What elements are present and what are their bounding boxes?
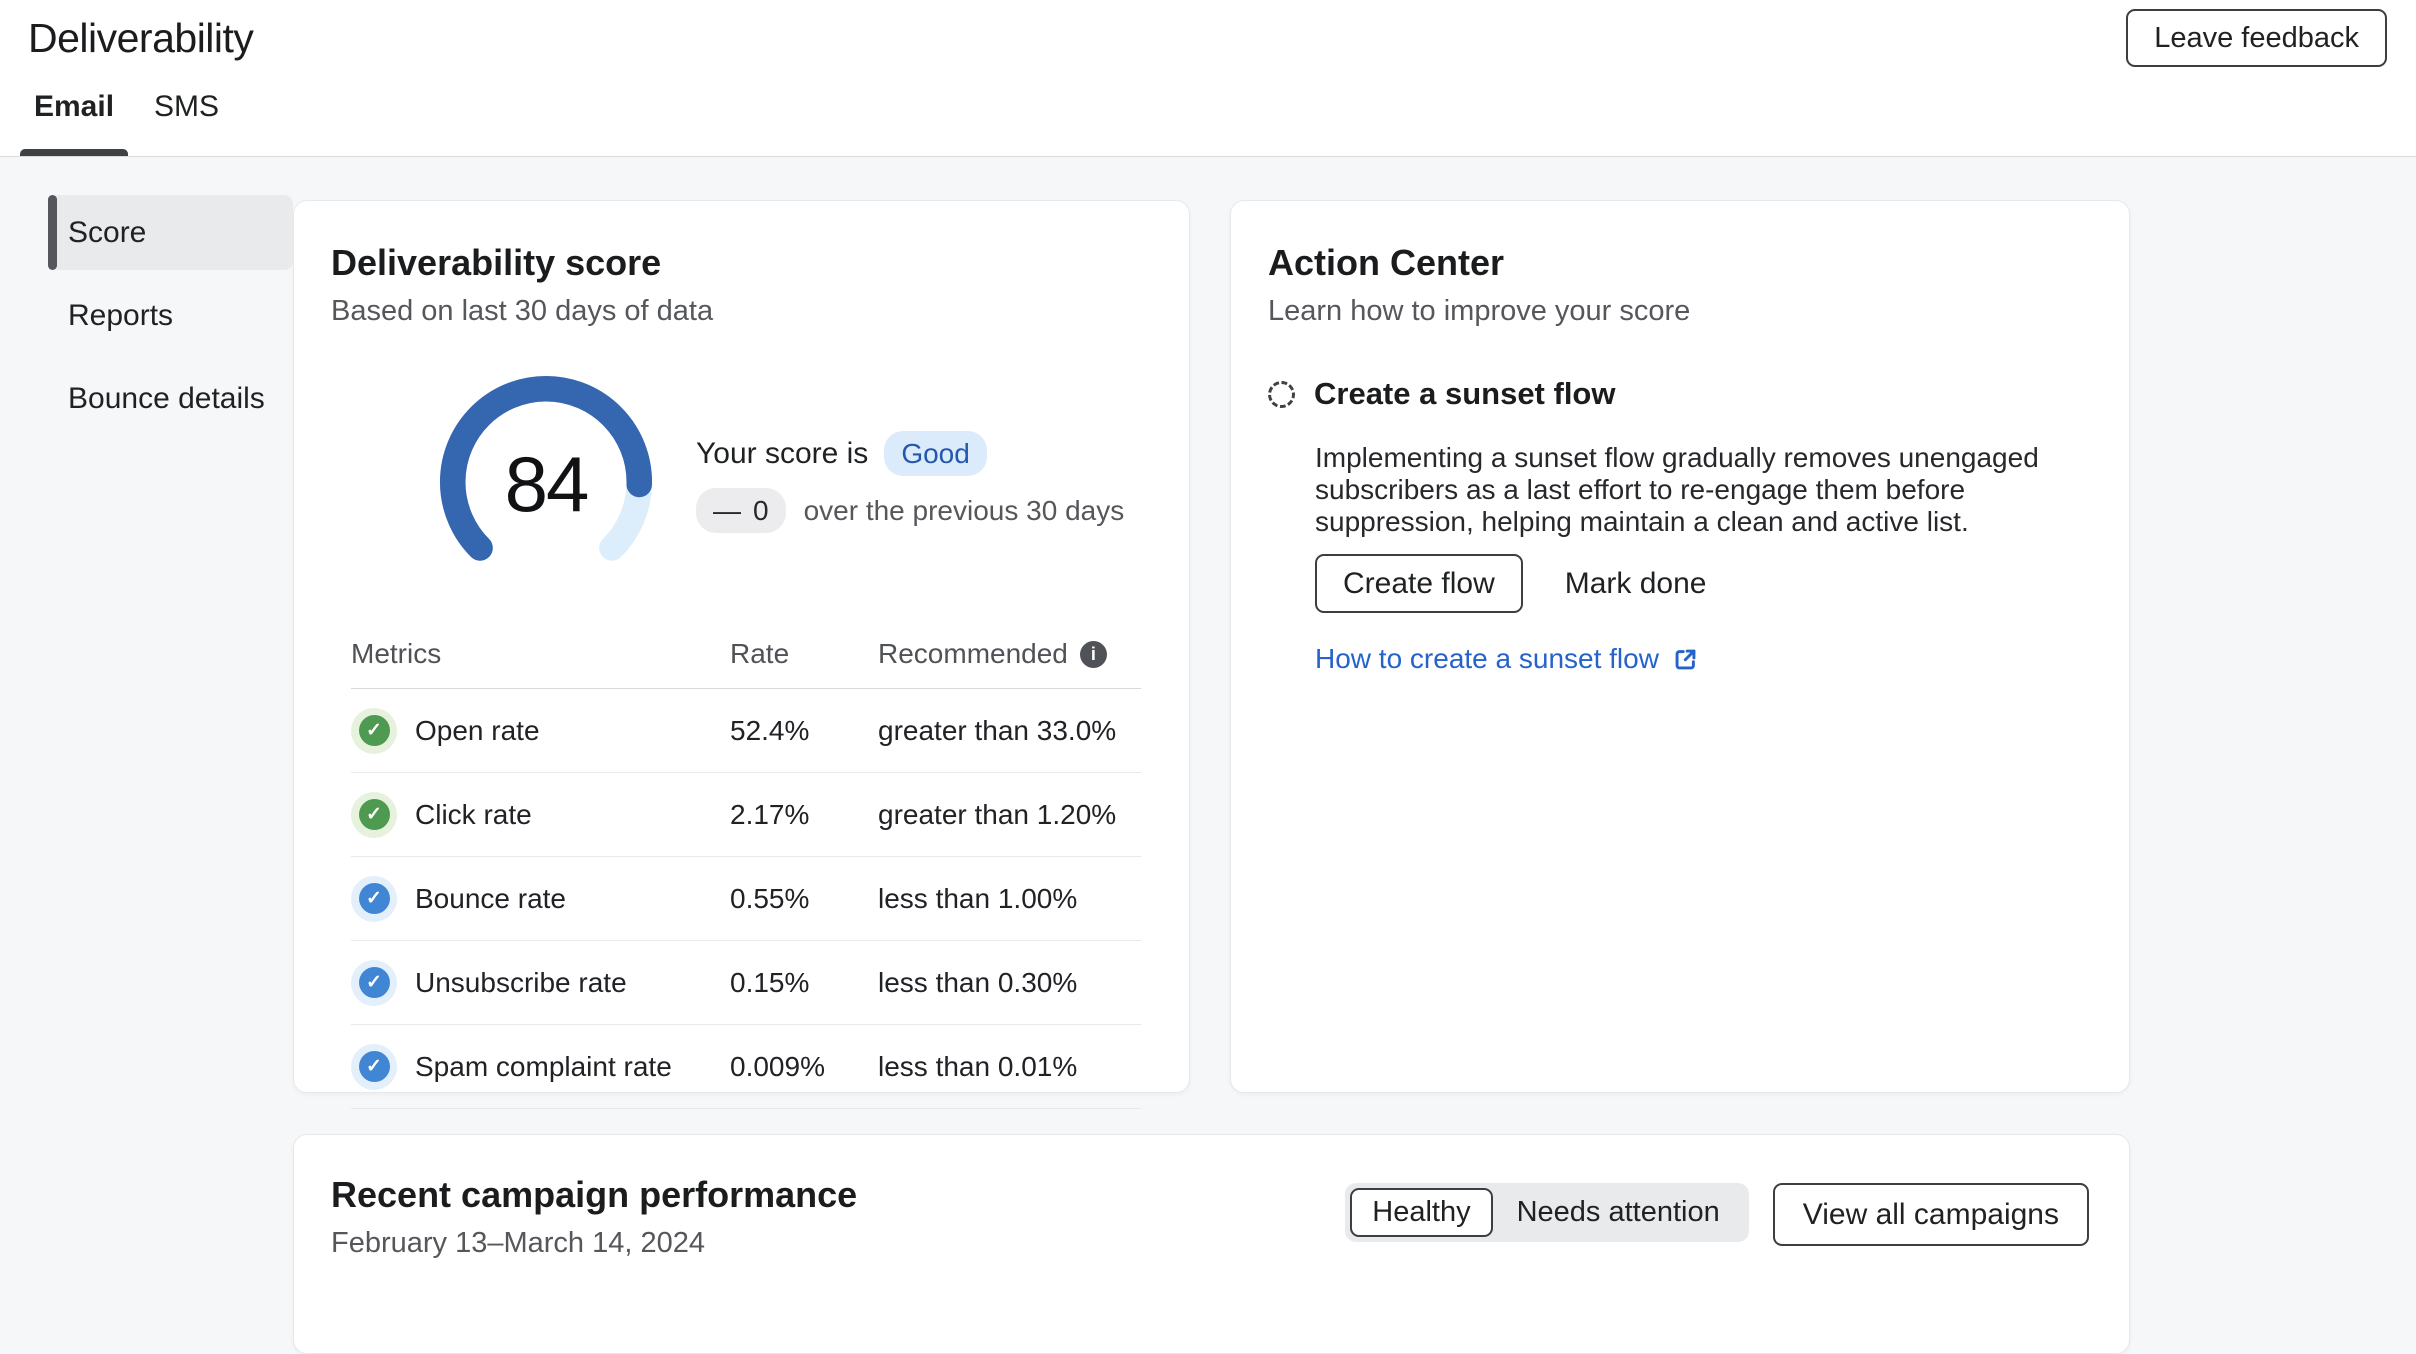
metric-recommended: less than 0.30% — [878, 966, 1078, 998]
delta-value: 0 — [753, 495, 769, 526]
campaign-date-range: February 13–March 14, 2024 — [331, 1227, 705, 1259]
metric-rate: 0.009% — [730, 1050, 825, 1082]
score-value: 84 — [504, 439, 590, 528]
header-metrics: Metrics — [351, 638, 442, 669]
metric-recommended: greater than 1.20% — [878, 798, 1117, 830]
metric-rate: 0.15% — [730, 966, 810, 998]
tab-sms[interactable]: SMS — [154, 89, 219, 156]
sidebar-item-label: Score — [68, 215, 147, 249]
main-panel: Deliverability score Based on last 30 da… — [293, 157, 2130, 1354]
score-card-title: Deliverability score — [331, 242, 662, 283]
status-check-icon: ✓ — [351, 1043, 397, 1090]
view-all-campaigns-button[interactable]: View all campaigns — [1772, 1183, 2089, 1246]
metrics-table-header: Metrics Rate Recommended i — [351, 638, 1141, 689]
delta-dash-icon: — — [713, 495, 741, 526]
campaign-card-title: Recent campaign performance — [331, 1174, 858, 1215]
score-status-badge: Good — [884, 431, 987, 476]
sidebar-item-bounce-details[interactable]: Bounce details — [48, 361, 293, 436]
campaign-card-heading: Recent campaign performance February 13–… — [331, 1173, 857, 1260]
score-label: Your score is — [696, 436, 869, 470]
metric-recommended: less than 0.01% — [878, 1050, 1078, 1082]
header-recommended: Recommended — [878, 638, 1068, 669]
task-description: Implementing a sunset flow gradually rem… — [1315, 442, 2039, 537]
deliverability-score-card: Deliverability score Based on last 30 da… — [293, 200, 1190, 1109]
score-gauge: 84 — [438, 374, 654, 590]
campaign-filter-segmented-control: Healthy Needs attention — [1345, 1183, 1749, 1242]
table-row-bounce-rate: ✓ Bounce rate 0.55% less than 1.00% — [351, 857, 1141, 941]
content-area: Score Reports Bounce details Deliverabil… — [0, 157, 2416, 1354]
info-icon[interactable]: i — [1079, 640, 1107, 668]
sidebar-item-reports[interactable]: Reports — [48, 278, 293, 353]
metric-label: Spam complaint rate — [415, 1050, 672, 1082]
action-center-subtitle: Learn how to improve your score — [1268, 295, 1691, 327]
status-check-icon: ✓ — [351, 959, 397, 1006]
task-status-dashed-circle-icon — [1268, 380, 1295, 408]
filter-needs-attention[interactable]: Needs attention — [1493, 1188, 1744, 1237]
metric-rate: 52.4% — [730, 714, 810, 746]
sidebar-item-label: Bounce details — [68, 381, 265, 415]
leave-feedback-button[interactable]: Leave feedback — [2126, 9, 2387, 67]
how-to-link-label: How to create a sunset flow — [1315, 643, 1659, 674]
score-gauge-section: 84 Your score is Good — 0 over the previ… — [331, 374, 1149, 590]
metric-rate: 2.17% — [730, 798, 810, 830]
status-check-icon: ✓ — [351, 875, 397, 922]
score-delta-pill: — 0 — [696, 488, 786, 533]
metric-recommended: greater than 33.0% — [878, 714, 1117, 746]
page-title: Deliverability — [28, 15, 254, 61]
metrics-table: Metrics Rate Recommended i ✓ Open rate 5… — [351, 638, 1141, 1109]
status-check-icon: ✓ — [351, 791, 397, 838]
table-row-spam-complaint-rate: ✓ Spam complaint rate 0.009% less than 0… — [351, 1025, 1141, 1109]
how-to-link[interactable]: How to create a sunset flow — [1315, 643, 2084, 675]
filter-healthy[interactable]: Healthy — [1350, 1188, 1493, 1237]
task-create-sunset-flow: Create a sunset flow Implementing a suns… — [1268, 376, 2084, 675]
page-header: Deliverability Leave feedback Email SMS — [0, 0, 2416, 157]
metric-label: Click rate — [415, 798, 532, 830]
mark-done-button[interactable]: Mark done — [1565, 556, 1707, 611]
score-info: Your score is Good — 0 over the previous… — [696, 431, 1124, 533]
recent-campaign-performance-card: Recent campaign performance February 13–… — [293, 1134, 2130, 1354]
metric-label: Open rate — [415, 714, 540, 746]
sidebar-item-score[interactable]: Score — [48, 195, 293, 270]
task-title: Create a sunset flow — [1314, 376, 1616, 411]
external-link-icon — [1675, 649, 1696, 669]
delta-caption: over the previous 30 days — [803, 494, 1125, 526]
metric-rate: 0.55% — [730, 882, 810, 914]
header-rate: Rate — [730, 638, 790, 669]
action-center-card: Action Center Learn how to improve your … — [1230, 200, 2130, 1093]
campaign-actions: Healthy Needs attention View all campaig… — [1345, 1173, 2089, 1246]
table-row-unsubscribe-rate: ✓ Unsubscribe rate 0.15% less than 0.30% — [351, 941, 1141, 1025]
sidebar-item-label: Reports — [68, 298, 174, 332]
sidebar-nav: Score Reports Bounce details — [48, 157, 293, 1354]
score-card-subtitle: Based on last 30 days of data — [331, 295, 714, 327]
action-center-title: Action Center — [1268, 242, 1505, 283]
status-check-icon: ✓ — [351, 707, 397, 754]
table-row-open-rate: ✓ Open rate 52.4% greater than 33.0% — [351, 689, 1141, 773]
table-row-click-rate: ✓ Click rate 2.17% greater than 1.20% — [351, 773, 1141, 857]
create-flow-button[interactable]: Create flow — [1315, 554, 1523, 613]
channel-tabs: Email SMS — [19, 89, 2388, 156]
active-indicator-bar — [48, 195, 57, 270]
tab-email[interactable]: Email — [19, 89, 129, 156]
metric-recommended: less than 1.00% — [878, 882, 1078, 914]
metric-label: Bounce rate — [415, 882, 566, 914]
metric-label: Unsubscribe rate — [415, 966, 627, 998]
